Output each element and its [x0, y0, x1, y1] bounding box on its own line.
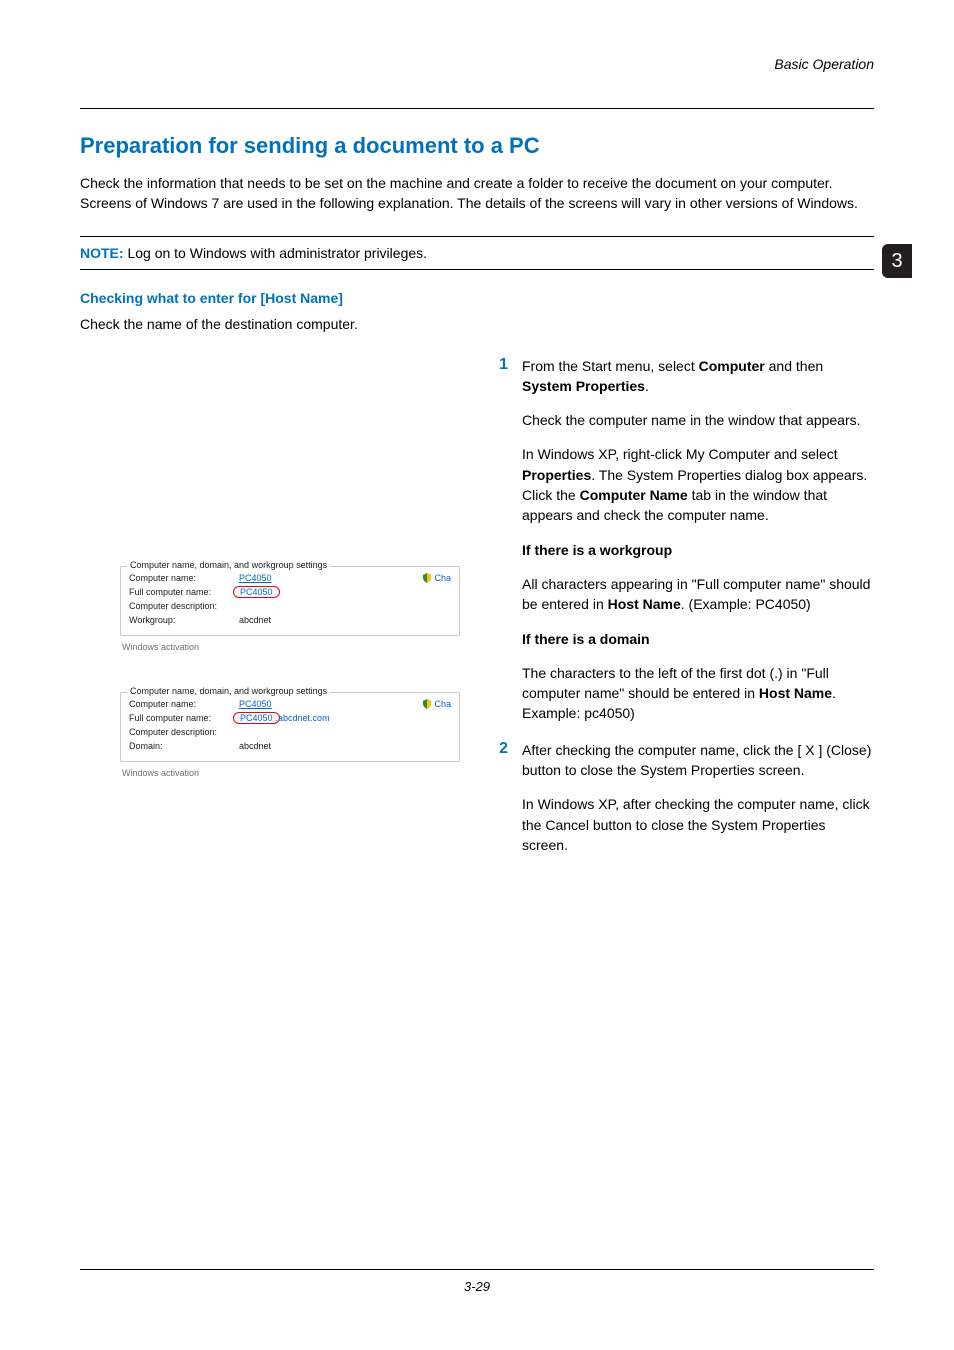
win-row-desc: Computer description: — [129, 725, 451, 739]
section-subtext: Check the name of the destination comput… — [80, 316, 874, 332]
win-row-full: Full computer name:PC4050.abcdnet.com — [129, 711, 451, 725]
win-fieldset: Computer name, domain, and workgroup set… — [120, 566, 460, 636]
note-label: NOTE: — [80, 245, 124, 261]
change-settings-link[interactable]: Cha — [422, 699, 451, 710]
win-activation: Windows activation — [122, 768, 460, 778]
section-heading: Checking what to enter for [Host Name] — [80, 290, 874, 306]
note-rule-top — [80, 236, 874, 237]
change-settings-link[interactable]: Cha — [422, 573, 451, 584]
page: Basic Operation 3 Preparation for sendin… — [0, 0, 954, 1350]
win-row-workgroup: Workgroup:abcdnet — [129, 613, 451, 627]
step-body: From the Start menu, select Computer and… — [522, 356, 874, 724]
domain-head: If there is a domain — [522, 629, 874, 649]
footer-rule — [80, 1269, 874, 1270]
chapter-tab: 3 — [882, 244, 912, 278]
win-row-desc: Computer description: — [129, 599, 451, 613]
full-computer-name-highlight: PC4050 — [233, 586, 280, 598]
step-2: 2 After checking the computer name, clic… — [494, 740, 874, 855]
workgroup-text: All characters appearing in "Full comput… — [522, 574, 874, 615]
win-row-computer: Computer name:PC4050 — [129, 571, 451, 585]
win-row-computer: Computer name:PC4050 — [129, 697, 451, 711]
step-2-p2: In Windows XP, after checking the comput… — [522, 794, 874, 855]
steps-column: 1 From the Start menu, select Computer a… — [494, 356, 874, 872]
win-fieldset: Computer name, domain, and workgroup set… — [120, 692, 460, 762]
note-rule-bottom — [80, 269, 874, 270]
intro-paragraph: Check the information that needs to be s… — [80, 173, 874, 214]
note-line: NOTE: Log on to Windows with administrat… — [80, 245, 874, 261]
step-1-p2: Check the computer name in the window th… — [522, 410, 874, 430]
computer-name-link[interactable]: PC4050 — [239, 699, 272, 709]
step-number: 2 — [494, 740, 508, 855]
win-legend: Computer name, domain, and workgroup set… — [127, 686, 330, 696]
running-head: Basic Operation — [774, 56, 874, 72]
workgroup-head: If there is a workgroup — [522, 540, 874, 560]
screenshot-domain: Computer name, domain, and workgroup set… — [120, 692, 460, 778]
shield-icon — [422, 699, 432, 709]
win-row-full: Full computer name:PC4050 — [129, 585, 451, 599]
win-activation: Windows activation — [122, 642, 460, 652]
win-legend: Computer name, domain, and workgroup set… — [127, 560, 330, 570]
domain-text: The characters to the left of the first … — [522, 663, 874, 724]
step-1-p1: From the Start menu, select Computer and… — [522, 356, 874, 397]
page-number: 3-29 — [0, 1279, 954, 1294]
header-rule — [80, 108, 874, 109]
note-text: Log on to Windows with administrator pri… — [124, 245, 427, 261]
win-row-domain: Domain:abcdnet — [129, 739, 451, 753]
page-title: Preparation for sending a document to a … — [80, 133, 874, 159]
screenshot-workgroup: Computer name, domain, and workgroup set… — [120, 566, 460, 652]
step-1-p3: In Windows XP, right-click My Computer a… — [522, 444, 874, 525]
screenshot-column: Computer name, domain, and workgroup set… — [80, 356, 470, 872]
two-column-layout: Computer name, domain, and workgroup set… — [80, 356, 874, 872]
shield-icon — [422, 573, 432, 583]
computer-name-link[interactable]: PC4050 — [239, 573, 272, 583]
step-body: After checking the computer name, click … — [522, 740, 874, 855]
step-2-p1: After checking the computer name, click … — [522, 740, 874, 781]
header: Basic Operation — [80, 56, 874, 84]
step-number: 1 — [494, 356, 508, 724]
step-1: 1 From the Start menu, select Computer a… — [494, 356, 874, 724]
full-computer-name-highlight: PC4050 — [233, 712, 280, 724]
